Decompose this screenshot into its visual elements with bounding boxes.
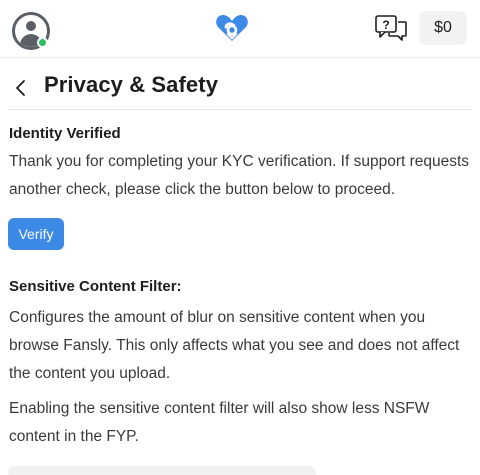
page-title: Privacy & Safety: [44, 72, 219, 97]
svg-text:?: ?: [382, 18, 389, 32]
sensitive-filter-description: Configures the amount of blur on sensiti…: [9, 309, 460, 382]
avatar-head: [26, 21, 36, 31]
identity-verified-text: Thank you for completing your KYC verifi…: [9, 153, 470, 198]
messages-help-icon[interactable]: ?: [374, 14, 408, 44]
online-status-dot: [37, 37, 48, 48]
header-divider: [8, 109, 472, 110]
fansly-heart-logo-icon[interactable]: [215, 13, 249, 43]
verify-button[interactable]: Verify: [8, 218, 64, 250]
sensitive-filter-control[interactable]: [8, 466, 316, 475]
identity-verified-heading: Identity Verified: [9, 125, 121, 142]
wallet-balance-button[interactable]: $0: [419, 11, 467, 45]
top-bar: ? $0: [0, 0, 480, 58]
chevron-left-icon[interactable]: [10, 76, 32, 100]
sensitive-filter-heading: Sensitive Content Filter:: [9, 278, 182, 295]
wallet-balance: $0: [434, 19, 452, 36]
sensitive-filter-fyp-note: Enabling the sensitive content filter wi…: [9, 400, 430, 445]
privacy-safety-page: ? $0 Privacy & Safety Identity Verified …: [0, 0, 480, 475]
